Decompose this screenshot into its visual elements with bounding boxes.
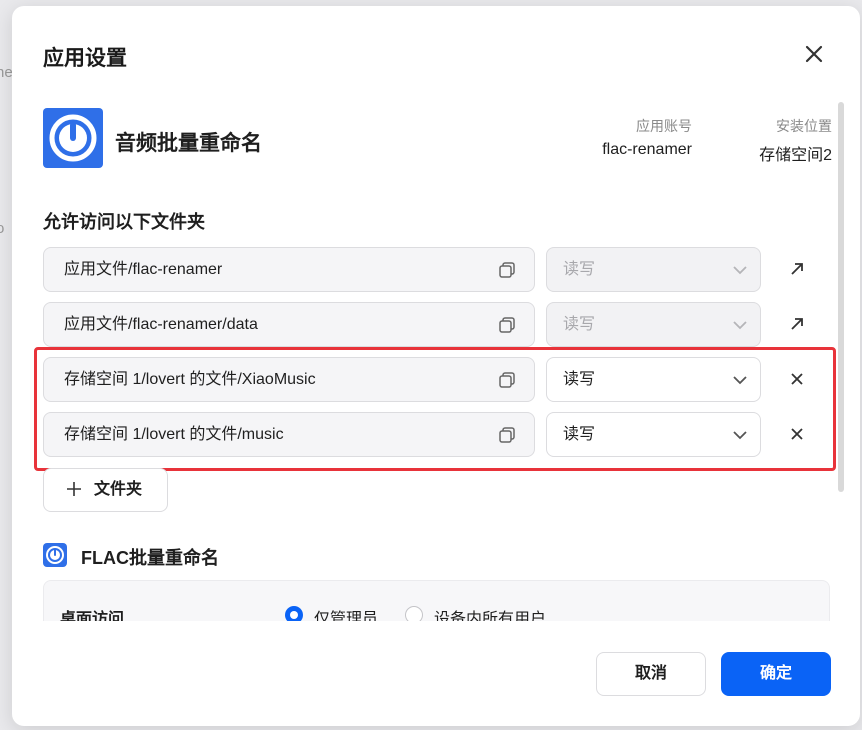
copy-icon[interactable]: [498, 316, 516, 334]
cancel-button[interactable]: 取消: [596, 652, 706, 696]
confirm-button[interactable]: 确定: [721, 652, 831, 696]
account-value: flac-renamer: [602, 141, 692, 158]
radio-all-users-label[interactable]: 设备内所有用户: [434, 605, 546, 621]
folder-row: 应用文件/flac-renamer/data 读写: [43, 302, 828, 347]
chevron-down-icon: [733, 266, 747, 275]
desktop-access-panel: 桌面访问 仅管理员 设备内所有用户: [43, 580, 830, 621]
sub-app-title: FLAC批量重命名: [81, 548, 219, 568]
open-external-icon[interactable]: [787, 259, 807, 279]
close-icon[interactable]: [802, 42, 826, 66]
account-label: 应用账号: [636, 118, 692, 134]
chevron-down-icon: [733, 321, 747, 330]
plus-icon: [67, 482, 81, 496]
folder-row: 应用文件/flac-renamer 读写: [43, 247, 828, 292]
highlight-box: [34, 347, 836, 471]
permission-select: 读写: [546, 302, 761, 347]
power-gauge-icon: [43, 108, 103, 168]
folder-path-field: 应用文件/flac-renamer/data: [43, 302, 535, 347]
app-settings-dialog: 应用设置 音频批量重命名 应用账号 flac-renamer 安装位置 存储空间…: [12, 6, 860, 726]
scrollbar[interactable]: [838, 102, 844, 492]
folder-path-field: 应用文件/flac-renamer: [43, 247, 535, 292]
background-fragment: ne: [0, 64, 13, 81]
folder-path: 应用文件/flac-renamer/data: [64, 316, 258, 333]
add-folder-label: 文件夹: [94, 481, 143, 498]
radio-admin-only[interactable]: [285, 606, 303, 621]
power-gauge-icon: [43, 543, 67, 567]
settings-scroll-area[interactable]: 音频批量重命名 应用账号 flac-renamer 安装位置 存储空间2 允许访…: [12, 96, 860, 621]
dialog-title: 应用设置: [43, 47, 127, 70]
folder-path: 应用文件/flac-renamer: [64, 261, 223, 278]
folders-section-title: 允许访问以下文件夹: [43, 212, 205, 232]
add-folder-button[interactable]: 文件夹: [43, 468, 168, 512]
permission-select: 读写: [546, 247, 761, 292]
desktop-access-label: 桌面访问: [60, 611, 125, 621]
permission-value: 读写: [563, 261, 596, 278]
copy-icon[interactable]: [498, 261, 516, 279]
background-fragment: o: [0, 220, 5, 237]
location-label: 安装位置: [776, 118, 832, 134]
permission-value: 读写: [563, 316, 596, 333]
location-value: 存储空间2: [759, 147, 832, 164]
radio-admin-only-label[interactable]: 仅管理员: [314, 605, 378, 621]
app-name: 音频批量重命名: [115, 132, 262, 155]
radio-all-users[interactable]: [405, 606, 423, 621]
open-external-icon[interactable]: [787, 314, 807, 334]
